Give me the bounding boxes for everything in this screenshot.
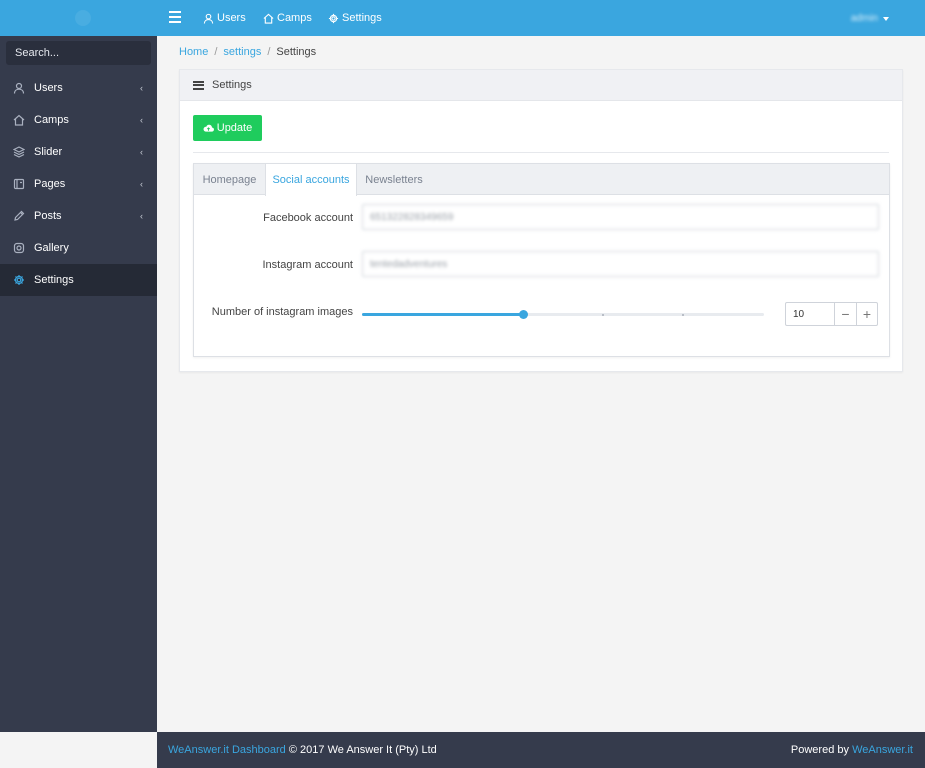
footer-copyright: © 2017 We Answer It (Pty) Ltd (288, 744, 437, 756)
breadcrumb-separator: / (267, 46, 271, 58)
cloud-upload-icon (203, 124, 214, 132)
footer-powered-by: Powered by (790, 744, 849, 756)
facebook-account-label: Facebook account (263, 212, 353, 224)
breadcrumb-current: Settings (276, 46, 317, 58)
instagram-account-label: Instagram account (262, 259, 354, 271)
footer-left: WeAnswer.it Dashboard © 2017 We Answer I… (168, 744, 437, 756)
slider-tick (602, 314, 604, 316)
breadcrumb-separator: / (214, 46, 218, 58)
sidebar-brand (0, 0, 157, 36)
gear-icon (328, 13, 339, 23)
tab-social-accounts[interactable]: Social accounts (265, 164, 357, 196)
sidebar-item-posts[interactable]: Posts ‹ (0, 200, 157, 232)
chevron-left-icon: ‹ (140, 179, 143, 189)
home-icon (12, 113, 26, 127)
sidebar-item-users[interactable]: Users ‹ (0, 72, 157, 104)
user-menu[interactable]: admin (851, 13, 889, 24)
topbar-link-label: Users (217, 12, 246, 24)
sidebar-search (0, 36, 157, 69)
footer: WeAnswer.it Dashboard © 2017 We Answer I… (157, 732, 925, 768)
slider-tick (682, 314, 684, 316)
chevron-left-icon: ‹ (140, 211, 143, 221)
footer-right: Powered by WeAnswer.it (791, 744, 913, 756)
facebook-account-field[interactable] (362, 204, 879, 230)
card-header: Settings (180, 70, 902, 101)
home-icon (263, 13, 274, 24)
instagram-images-input[interactable] (786, 303, 835, 325)
slider-handle[interactable] (518, 310, 528, 319)
user-name: admin (850, 13, 878, 24)
chevron-left-icon: ‹ (140, 83, 143, 93)
tab-newsletters[interactable]: Newsletters (357, 164, 431, 195)
update-button[interactable]: Update (193, 115, 262, 141)
caret-down-icon (883, 16, 889, 21)
sidebar-item-settings[interactable]: Settings (0, 264, 157, 296)
user-icon (203, 13, 214, 24)
breadcrumb-settings-link[interactable]: settings (223, 46, 261, 58)
footer-brand-link[interactable]: WeAnswer.it Dashboard (168, 744, 286, 756)
topbar-link-camps[interactable]: Camps (263, 12, 312, 24)
sidebar-item-label: Pages (34, 178, 66, 190)
topbar-link-settings[interactable]: Settings (328, 12, 382, 24)
quantity-stepper: − + (785, 302, 878, 326)
breadcrumb: Home / settings / Settings (179, 46, 316, 58)
sidebar-item-label: Gallery (34, 242, 69, 254)
breadcrumb-home[interactable]: Home (179, 46, 208, 58)
sidebar-item-label: Settings (34, 274, 74, 286)
settings-card: Settings Update Homepage Social accounts… (179, 69, 903, 372)
topbar: Users Camps Settings admin (157, 0, 925, 36)
sidebar-item-slider[interactable]: Slider ‹ (0, 136, 157, 168)
tabs-panel: Homepage Social accounts Newsletters Fac… (193, 163, 890, 357)
instagram-icon (12, 241, 26, 255)
increment-button[interactable]: + (856, 303, 877, 325)
pencil-icon (12, 209, 26, 223)
user-icon (12, 81, 26, 95)
slider-fill (362, 313, 523, 316)
sidebar: Users ‹ Camps ‹ Slider ‹ Pages ‹ Posts ‹… (0, 0, 157, 732)
sidebar-item-camps[interactable]: Camps ‹ (0, 104, 157, 136)
brand-logo (75, 10, 91, 26)
instagram-images-label: Number of instagram images (211, 306, 353, 318)
sidebar-nav: Users ‹ Camps ‹ Slider ‹ Pages ‹ Posts ‹… (0, 72, 157, 296)
tab-homepage[interactable]: Homepage (194, 164, 265, 195)
sidebar-item-label: Camps (34, 114, 69, 126)
decrement-button[interactable]: − (835, 303, 856, 325)
footer-powered-link[interactable]: WeAnswer.it (852, 744, 913, 756)
chevron-left-icon: ‹ (140, 147, 143, 157)
menu-toggle-icon[interactable] (169, 11, 181, 24)
layers-icon (12, 145, 26, 159)
divider (193, 152, 889, 153)
topbar-link-users[interactable]: Users (203, 12, 246, 24)
sidebar-item-label: Posts (34, 210, 62, 222)
sidebar-item-pages[interactable]: Pages ‹ (0, 168, 157, 200)
gear-icon (12, 273, 26, 287)
card-title: Settings (212, 79, 252, 91)
tab-bar: Homepage Social accounts Newsletters (194, 164, 889, 196)
instagram-account-field[interactable] (362, 251, 879, 277)
search-input[interactable] (6, 41, 151, 65)
instagram-images-slider[interactable] (362, 310, 764, 319)
chevron-left-icon: ‹ (140, 115, 143, 125)
list-icon (193, 80, 204, 90)
update-button-label: Update (216, 122, 253, 134)
topbar-link-label: Settings (342, 12, 382, 24)
sidebar-item-gallery[interactable]: Gallery (0, 232, 157, 264)
sidebar-item-label: Users (34, 82, 63, 94)
pages-icon (12, 177, 26, 191)
sidebar-item-label: Slider (34, 146, 63, 158)
topbar-link-label: Camps (277, 12, 312, 24)
